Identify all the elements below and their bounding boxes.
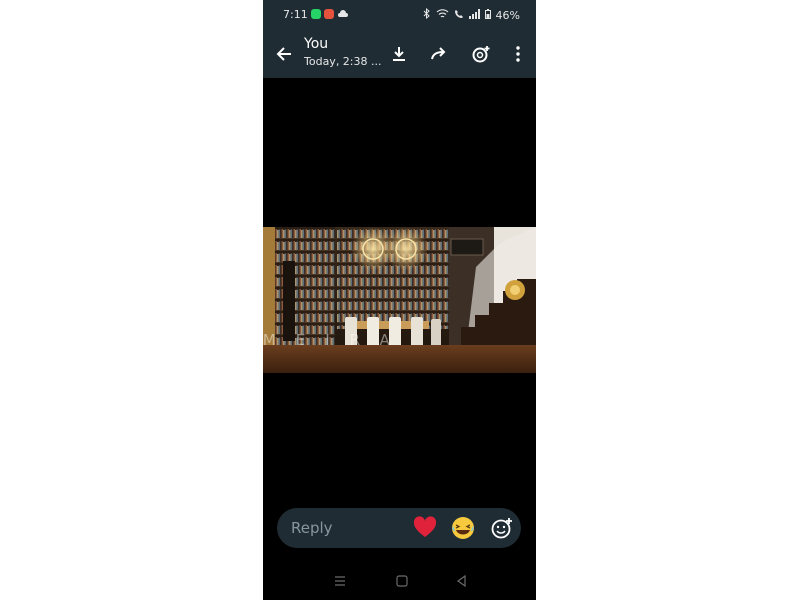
whatsapp-notification-icon <box>311 9 321 19</box>
call-icon <box>454 9 464 22</box>
navigation-bar <box>263 562 536 600</box>
battery-percentage: 46% <box>495 8 520 22</box>
laughing-emoji-icon[interactable] <box>451 516 475 540</box>
reply-bar: Reply <box>277 508 521 548</box>
reply-input[interactable]: Reply <box>291 519 333 537</box>
add-reaction-icon[interactable] <box>490 516 514 540</box>
back-nav-icon[interactable] <box>455 573 469 588</box>
more-options-icon[interactable] <box>508 44 528 64</box>
status-bar: 7:11 46% <box>263 0 536 30</box>
status-image-library[interactable] <box>263 227 536 373</box>
add-to-status-icon[interactable] <box>471 44 491 64</box>
status-time: 7:11 <box>283 8 308 21</box>
status-owner-title: You <box>304 36 329 52</box>
phone-screen: 7:11 46% You Today, 2:38 ... Reply <box>263 0 536 600</box>
app-notification-icon <box>324 9 334 19</box>
home-icon[interactable] <box>395 573 409 587</box>
status-timestamp: Today, 2:38 ... <box>304 55 382 68</box>
battery-icon <box>484 8 491 22</box>
notification-icons <box>311 9 349 22</box>
forward-icon[interactable] <box>429 44 449 64</box>
back-arrow-icon[interactable] <box>275 44 295 64</box>
heart-reaction-icon[interactable] <box>413 516 437 540</box>
wifi-icon <box>436 8 449 22</box>
recent-apps-icon[interactable] <box>333 573 347 587</box>
app-bar: You Today, 2:38 ... <box>263 30 536 78</box>
download-icon[interactable] <box>389 44 409 64</box>
bluetooth-icon <box>423 7 431 22</box>
signal-icon <box>468 8 480 22</box>
title-block[interactable]: You Today, 2:38 ... <box>304 36 382 68</box>
cloud-icon <box>337 9 349 22</box>
status-right: 46% <box>423 7 520 22</box>
